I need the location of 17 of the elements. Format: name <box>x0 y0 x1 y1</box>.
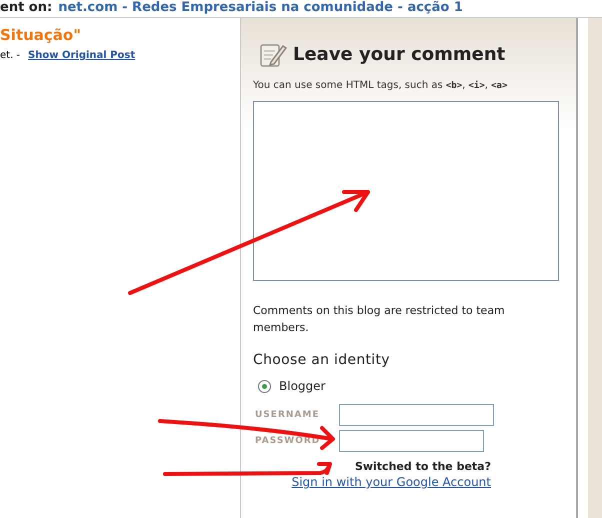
beta-question: Switched to the beta? <box>354 460 491 473</box>
header-link[interactable]: net.com - Redes Empresariais na comunidade - acção 1 <box>58 0 463 16</box>
html-tags-hint: You can use some HTML tags, such as <b>, <i>, <a> <box>253 80 508 91</box>
comment-form-title: Leave your comment <box>293 44 506 64</box>
restriction-notice: Comments on this blog are restricted to team members. <box>253 303 506 336</box>
identity-label: Blogger <box>279 379 326 393</box>
field-label: USERNAME <box>255 410 320 420</box>
password-field[interactable] <box>339 430 484 452</box>
post-excerpt: et. - <box>0 50 20 61</box>
username-field[interactable] <box>339 404 494 426</box>
header-label: ent on: <box>0 0 52 16</box>
show-original-post-link[interactable]: Show Original Post <box>28 50 136 61</box>
identity-heading: Choose an identity <box>253 352 391 368</box>
radio-button[interactable] <box>258 380 271 392</box>
post-title: Situação" <box>0 26 82 44</box>
google-sign-in-link[interactable]: Sign in with your Google Account <box>253 475 491 489</box>
comment-field[interactable] <box>253 101 559 281</box>
